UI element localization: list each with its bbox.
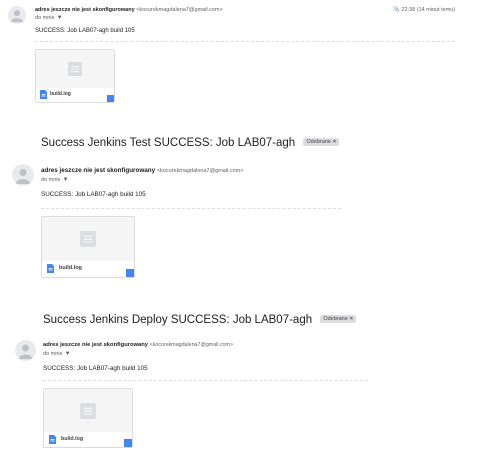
chevron-down-icon: ▼ bbox=[56, 15, 63, 21]
google-docs-icon bbox=[49, 435, 56, 444]
sender-email: <kocurekmagdalena7@gmail.com> bbox=[136, 7, 223, 13]
message-body: SUCCESS: Job LAB07-agh build 105 bbox=[43, 365, 148, 372]
document-icon bbox=[80, 231, 96, 247]
avatar bbox=[8, 6, 26, 24]
divider bbox=[35, 41, 455, 42]
attachment-preview bbox=[42, 217, 134, 261]
attachment-preview bbox=[36, 50, 114, 88]
recipients-label: do mnie bbox=[43, 351, 63, 357]
person-icon bbox=[16, 168, 30, 184]
sender-name[interactable]: adres jeszcze nie jest skonfigurowany <k… bbox=[43, 342, 233, 348]
attachment-filename: build.log bbox=[61, 436, 84, 442]
time-label: 22:38 (14 minut temu) bbox=[401, 7, 456, 13]
attachment-card[interactable]: build.log bbox=[35, 49, 115, 103]
recipients-label: do mnie bbox=[41, 177, 61, 183]
google-docs-icon bbox=[47, 264, 54, 273]
person-icon bbox=[11, 10, 23, 22]
close-icon[interactable]: × bbox=[333, 139, 336, 145]
sender-name[interactable]: adres jeszcze nie jest skonfigurowany <k… bbox=[41, 167, 243, 174]
inbox-label-chip[interactable]: Odebrane × bbox=[320, 314, 356, 323]
attachment-corner bbox=[126, 269, 134, 277]
paperclip-icon: 📎 bbox=[393, 7, 400, 13]
subject-text: Success Jenkins Deploy SUCCESS: Job LAB0… bbox=[43, 314, 313, 326]
person-icon bbox=[18, 344, 33, 360]
label-text: Odebrane bbox=[306, 138, 331, 145]
inbox-label-chip[interactable]: Odebrane × bbox=[303, 137, 340, 146]
attachment-filename: build.log bbox=[50, 91, 71, 97]
divider bbox=[41, 208, 341, 209]
sender-name-text: adres jeszcze nie jest skonfigurowany bbox=[41, 167, 156, 174]
recipients-dropdown[interactable]: do mnie ▼ bbox=[35, 15, 63, 21]
message-time: 📎 22:38 (14 minut temu) bbox=[393, 7, 455, 13]
sender-email: <kocurekmagdalena7@gmail.com> bbox=[149, 342, 234, 348]
attachment-card[interactable]: build.log bbox=[41, 216, 135, 278]
thread-subject: Success Jenkins Test SUCCESS: Job LAB07-… bbox=[41, 137, 340, 149]
sender-name-text: adres jeszcze nie jest skonfigurowany bbox=[43, 342, 149, 348]
attachment-footer: build.log bbox=[42, 261, 134, 277]
attachment-preview bbox=[44, 389, 132, 432]
recipients-dropdown[interactable]: do mnie ▼ bbox=[41, 177, 69, 183]
attachment-filename: build.log bbox=[59, 265, 82, 271]
message-body: SUCCESS: Job LAB07-agh build 105 bbox=[41, 191, 146, 198]
attachment-corner bbox=[124, 439, 132, 447]
close-icon[interactable]: × bbox=[350, 316, 353, 322]
sender-name[interactable]: adres jeszcze nie jest skonfigurowany <k… bbox=[35, 7, 223, 13]
attachment-footer: build.log bbox=[36, 88, 114, 102]
attachment-card[interactable]: build.log bbox=[43, 388, 133, 448]
avatar bbox=[15, 340, 36, 361]
google-docs-icon bbox=[40, 90, 47, 99]
label-text: Odebrane bbox=[323, 315, 348, 322]
thread-subject: Success Jenkins Deploy SUCCESS: Job LAB0… bbox=[43, 314, 356, 326]
chevron-down-icon: ▼ bbox=[62, 177, 69, 183]
attachment-corner bbox=[107, 95, 114, 102]
message-body: SUCCESS: Job LAB07-agh build 105 bbox=[35, 28, 135, 34]
subject-text: Success Jenkins Test SUCCESS: Job LAB07-… bbox=[41, 137, 296, 149]
sender-email: <kocurekmagdalena7@gmail.com> bbox=[156, 168, 244, 174]
sender-name-text: adres jeszcze nie jest skonfigurowany bbox=[35, 7, 135, 13]
divider bbox=[43, 380, 368, 381]
attachment-footer: build.log bbox=[44, 432, 132, 447]
chevron-down-icon: ▼ bbox=[64, 351, 71, 357]
document-icon bbox=[80, 403, 96, 419]
avatar bbox=[12, 164, 34, 186]
document-icon bbox=[68, 62, 82, 76]
recipients-label: do mnie bbox=[35, 15, 55, 21]
recipients-dropdown[interactable]: do mnie ▼ bbox=[43, 351, 71, 357]
